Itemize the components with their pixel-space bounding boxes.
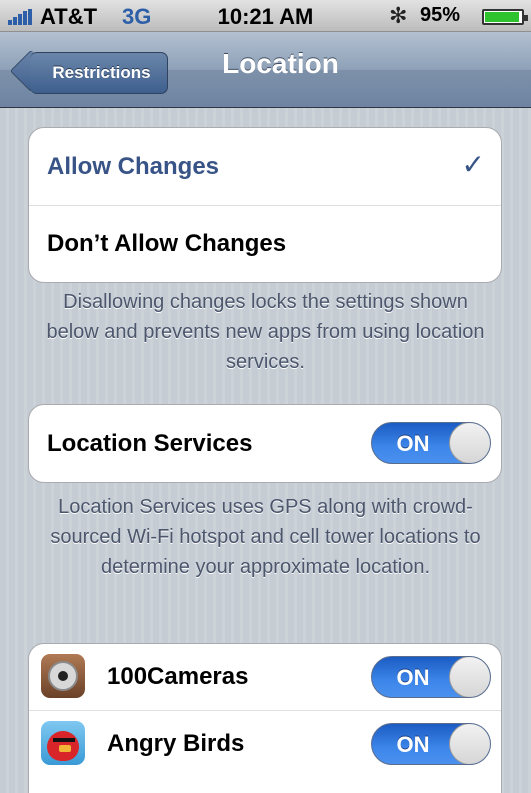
option-label: Allow Changes xyxy=(47,152,220,180)
app-location-toggle[interactable]: ON xyxy=(371,656,491,698)
toggle-state-label: ON xyxy=(396,665,430,690)
toggle-state-label: ON xyxy=(396,732,430,757)
location-services-group: Location Services ON xyxy=(28,404,502,483)
location-services-footer-text: Location Services uses GPS along with cr… xyxy=(50,496,481,578)
option-dont-allow-changes[interactable]: Don’t Allow Changes xyxy=(29,205,501,282)
angry-birds-icon xyxy=(41,721,85,765)
camera-icon xyxy=(41,654,85,698)
toggle-knob xyxy=(449,423,490,463)
checkmark-icon: ✓ xyxy=(461,149,485,180)
changes-group: Allow Changes ✓ Don’t Allow Changes xyxy=(28,127,502,283)
location-services-toggle[interactable]: ON xyxy=(371,422,491,464)
battery-level-fill xyxy=(485,12,520,22)
option-allow-changes[interactable]: Allow Changes ✓ xyxy=(29,128,501,205)
page-title: Location xyxy=(222,48,339,79)
option-label: Don’t Allow Changes xyxy=(47,230,287,257)
location-services-row: Location Services ON xyxy=(29,405,501,482)
app-location-toggle[interactable]: ON xyxy=(371,723,491,765)
toggle-knob xyxy=(449,724,490,764)
battery-percent: 95% xyxy=(420,4,461,26)
list-item-100cameras: 100Cameras ON xyxy=(29,644,501,710)
apps-group: 100Cameras ON Angry Birds ON xyxy=(28,643,502,793)
battery-icon xyxy=(482,9,528,25)
toggle-knob xyxy=(449,657,490,697)
toggle-state-label: ON xyxy=(396,431,430,456)
list-item-angry-birds: Angry Birds ON xyxy=(29,710,501,776)
changes-footer-text: Disallowing changes locks the settings s… xyxy=(46,291,485,373)
app-name: 100Cameras xyxy=(107,663,249,690)
navigation-bar: Restrictions Location xyxy=(0,32,531,108)
status-bar: AT&T 3G 10:21 AM ✻ 95% xyxy=(0,0,531,32)
bluetooth-icon: ✻ xyxy=(389,3,408,28)
location-services-label: Location Services xyxy=(47,429,253,457)
app-name: Angry Birds xyxy=(107,729,245,757)
